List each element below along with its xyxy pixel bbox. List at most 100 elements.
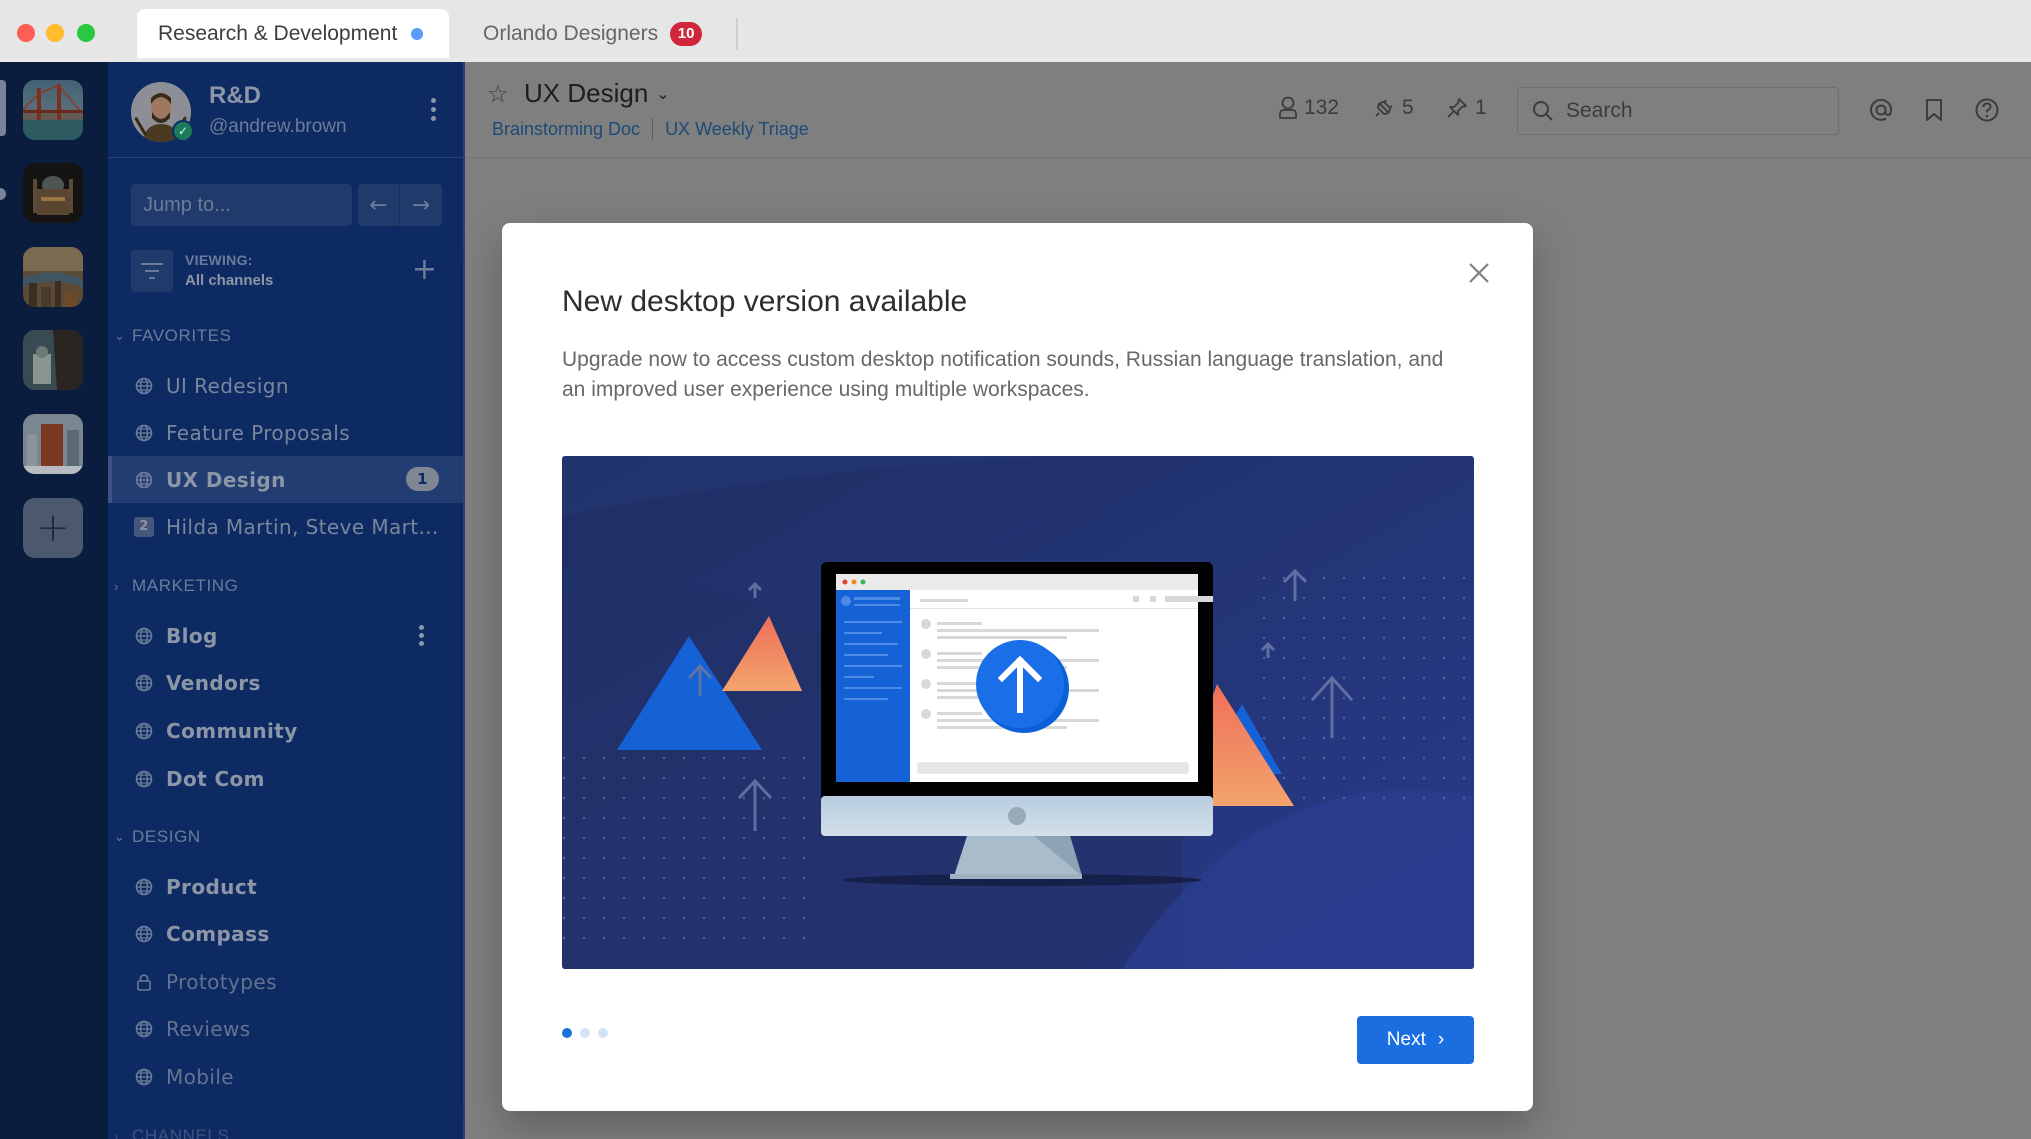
pinned-count: 1: [1475, 96, 1487, 119]
section-design[interactable]: ⌄ DESIGN: [114, 827, 201, 847]
globe-icon: [134, 1067, 154, 1087]
help-icon: [1975, 98, 1999, 122]
team-name: R&D: [209, 82, 261, 109]
section-marketing[interactable]: › MARKETING: [114, 576, 238, 596]
close-window-button[interactable]: [17, 24, 35, 42]
username: @andrew.brown: [209, 116, 347, 137]
channel-title-menu[interactable]: UX Design ⌄: [524, 78, 670, 109]
globe-icon: [134, 470, 154, 490]
window-tab-bar: Research & Development Orlando Designers…: [0, 0, 2031, 58]
sidebar-item-mobile[interactable]: Mobile: [108, 1053, 463, 1100]
link-ux-weekly-triage[interactable]: UX Weekly Triage: [665, 119, 809, 140]
sidebar-item-feature-proposals[interactable]: Feature Proposals: [108, 409, 463, 456]
bookmark-icon: [1926, 99, 1942, 121]
section-title: FAVORITES: [132, 326, 232, 345]
help-button[interactable]: [1973, 96, 2001, 124]
sidebar-item-ux-design[interactable]: UX Design 1: [108, 456, 463, 503]
chevron-down-icon: ⌄: [114, 829, 126, 844]
add-channel-button[interactable]: +: [412, 252, 437, 287]
team-icon-golden-gate[interactable]: [23, 80, 83, 140]
new-version-modal: New desktop version available Upgrade no…: [502, 223, 1533, 1111]
team-icon-cathedral[interactable]: [23, 163, 83, 223]
pinned-apps-button[interactable]: 5: [1372, 96, 1414, 120]
mention-badge: 1: [406, 467, 439, 491]
online-status-icon: ✓: [172, 120, 194, 142]
active-team-indicator: [0, 80, 6, 136]
city-photo-icon: [23, 247, 83, 307]
sidebar-item-blog[interactable]: Blog: [108, 612, 463, 659]
team-icon-city-sunset[interactable]: [23, 247, 83, 307]
sidebar-item-ui-redesign[interactable]: UI Redesign: [108, 362, 463, 409]
favorite-star-icon[interactable]: ☆: [487, 80, 509, 108]
channel-label: Feature Proposals: [166, 420, 351, 445]
minimize-window-button[interactable]: [46, 24, 64, 42]
tab-label: Orlando Designers: [483, 21, 659, 45]
add-team-button[interactable]: +: [23, 498, 83, 558]
team-icon-street[interactable]: [23, 330, 83, 390]
arrow-right-icon: →: [411, 192, 431, 218]
cathedral-photo-icon: [23, 163, 83, 223]
globe-icon: [134, 423, 154, 443]
globe-icon: [134, 376, 154, 396]
mentions-button[interactable]: [1867, 96, 1895, 124]
sidebar-item-reviews[interactable]: Reviews: [108, 1005, 463, 1052]
sidebar-item-group-dm[interactable]: 2 Hilda Martin, Steve Mart...: [108, 503, 463, 550]
member-count-button[interactable]: 132: [1278, 96, 1339, 120]
page-dot-3[interactable]: [598, 1028, 608, 1038]
section-favorites[interactable]: ⌄ FAVORITES: [114, 326, 232, 346]
desktop-upgrade-illustration: [562, 456, 1474, 969]
channel-filter-button[interactable]: [131, 250, 173, 292]
page-dot-1[interactable]: [562, 1028, 572, 1038]
section-channels[interactable]: › CHANNELS: [114, 1126, 229, 1139]
sidebar-item-product[interactable]: Product: [108, 863, 463, 910]
sidebar-item-dot-com[interactable]: Dot Com: [108, 755, 463, 802]
forward-button[interactable]: →: [400, 184, 442, 226]
chevron-right-icon: ›: [114, 1128, 119, 1139]
pinned-messages-button[interactable]: 1: [1445, 96, 1487, 120]
kebab-dot: [431, 98, 436, 103]
next-button[interactable]: Next ›: [1357, 1016, 1474, 1064]
chevron-down-icon: ⌄: [114, 328, 126, 343]
channel-label: Community: [166, 718, 298, 743]
channel-label: Blog: [166, 623, 218, 648]
lock-icon: [134, 972, 154, 992]
sidebar-item-community[interactable]: Community: [108, 707, 463, 754]
pagination-dots: [562, 1028, 608, 1038]
channel-label: Hilda Martin, Steve Mart...: [166, 514, 439, 539]
team-menu-button[interactable]: [431, 98, 437, 121]
jump-to-input[interactable]: Jump to...: [131, 184, 352, 226]
sidebar-item-prototypes[interactable]: Prototypes: [108, 958, 463, 1005]
at-mention-icon: [1870, 98, 1893, 121]
close-icon: [1469, 263, 1489, 283]
member-icon: [1279, 96, 1297, 119]
link-brainstorming-doc[interactable]: Brainstorming Doc: [492, 119, 640, 140]
street-photo-icon: [23, 330, 83, 390]
section-title: CHANNELS: [132, 1126, 230, 1139]
mention-badge: 10: [670, 21, 703, 46]
plus-icon: +: [36, 505, 70, 551]
channel-header: ☆ UX Design ⌄ Brainstorming Doc UX Weekl…: [465, 62, 2031, 158]
tab-orlando-designers[interactable]: Orlando Designers 10: [467, 9, 703, 58]
close-modal-button[interactable]: [1461, 255, 1497, 291]
search-input[interactable]: Search: [1517, 87, 1839, 135]
tab-research-development[interactable]: Research & Development: [137, 9, 449, 58]
channel-label: UX Design: [166, 467, 286, 492]
tab-divider: [736, 18, 738, 50]
back-button[interactable]: ←: [358, 184, 400, 226]
section-title: DESIGN: [132, 827, 201, 846]
channel-label: Prototypes: [166, 969, 277, 994]
channel-menu-button[interactable]: [419, 625, 424, 646]
page-dot-2[interactable]: [580, 1028, 590, 1038]
team-icon-flatiron[interactable]: [23, 414, 83, 474]
kebab-dot: [431, 116, 436, 121]
channel-label: UI Redesign: [166, 373, 289, 398]
building-photo-icon: [23, 414, 83, 474]
sidebar-header: ✓ R&D @andrew.brown: [108, 62, 463, 158]
sidebar-item-compass[interactable]: Compass: [108, 910, 463, 957]
link-divider: [652, 118, 654, 140]
maximize-window-button[interactable]: [77, 24, 95, 42]
tab-label: Research & Development: [158, 21, 398, 45]
arrow-left-icon: ←: [369, 192, 388, 218]
sidebar-item-vendors[interactable]: Vendors: [108, 659, 463, 706]
saved-items-button[interactable]: [1920, 96, 1948, 124]
